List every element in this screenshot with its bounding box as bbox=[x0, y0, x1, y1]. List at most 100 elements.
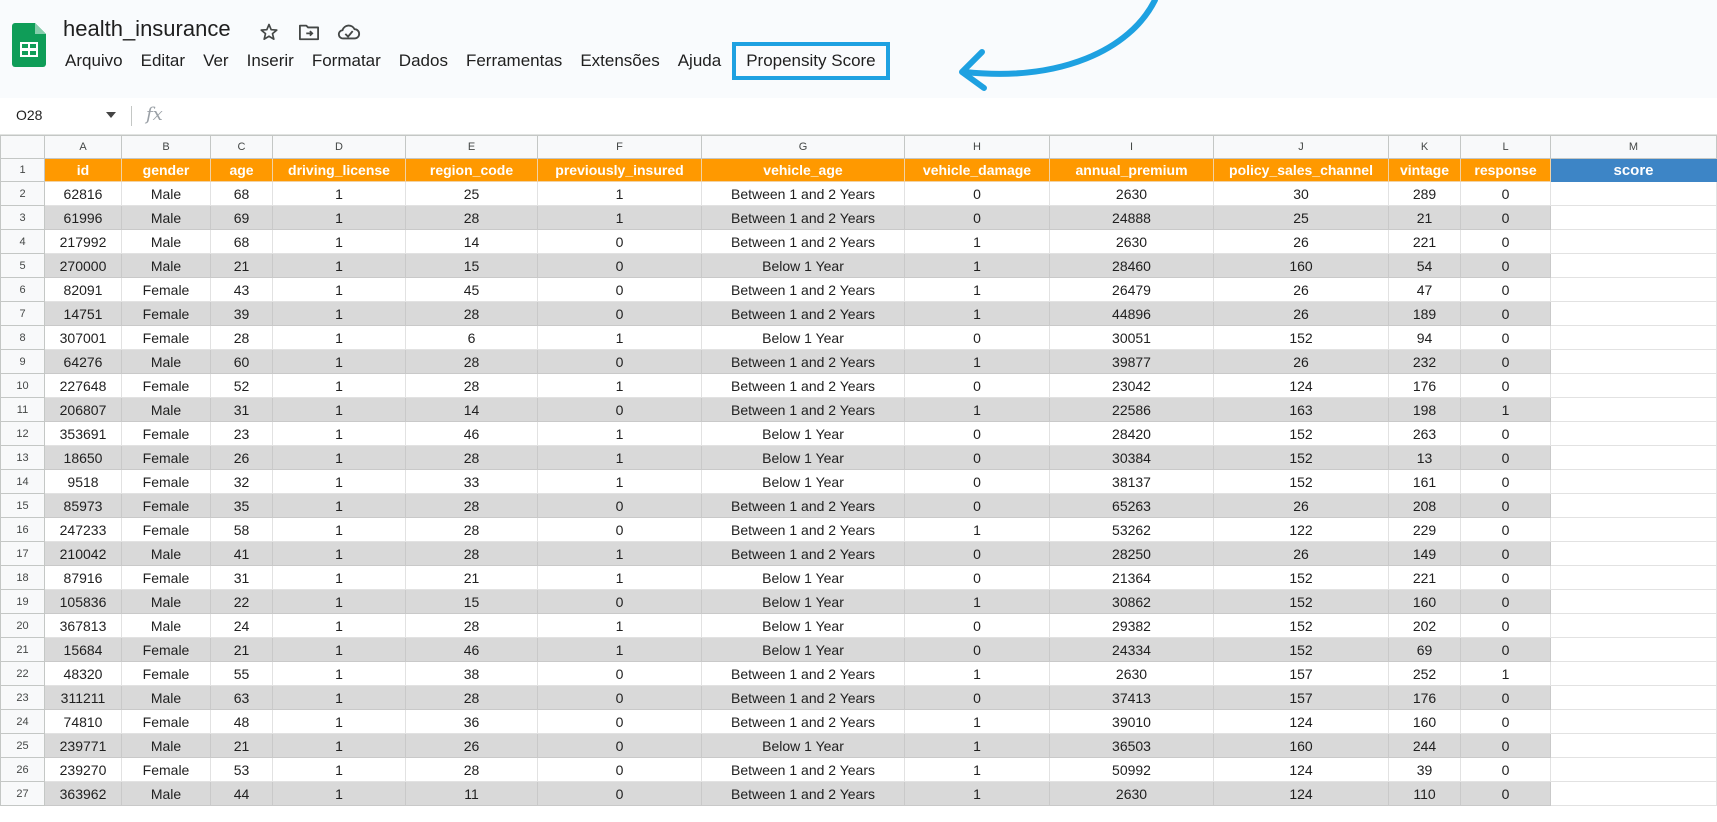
cell-annual-premium[interactable]: 30051 bbox=[1049, 325, 1214, 350]
cell-response[interactable]: 0 bbox=[1460, 637, 1551, 662]
cell-score[interactable] bbox=[1550, 469, 1717, 494]
row-number[interactable]: 5 bbox=[0, 253, 45, 278]
cell-region-code[interactable]: 28 bbox=[405, 373, 538, 398]
cell-vehicle-damage[interactable]: 1 bbox=[904, 301, 1050, 326]
cell-age[interactable]: 35 bbox=[210, 493, 273, 518]
cell-vintage[interactable]: 21 bbox=[1388, 205, 1461, 230]
cell-annual-premium[interactable]: 23042 bbox=[1049, 373, 1214, 398]
cell-response[interactable]: 0 bbox=[1460, 205, 1551, 230]
cell-region-code[interactable]: 25 bbox=[405, 181, 538, 206]
cell-previously-insured[interactable]: 0 bbox=[537, 253, 702, 278]
cell-score[interactable] bbox=[1550, 613, 1717, 638]
name-box[interactable]: O28 bbox=[16, 107, 42, 123]
row-number[interactable]: 8 bbox=[0, 325, 45, 350]
cell-vehicle-age[interactable]: Between 1 and 2 Years bbox=[701, 541, 905, 566]
cell-previously-insured[interactable]: 1 bbox=[537, 421, 702, 446]
cell-vehicle-damage[interactable]: 0 bbox=[904, 493, 1050, 518]
cell-annual-premium[interactable]: 28420 bbox=[1049, 421, 1214, 446]
cell-annual-premium[interactable]: 30384 bbox=[1049, 445, 1214, 470]
cell-response[interactable]: 1 bbox=[1460, 661, 1551, 686]
cell-vehicle-damage[interactable]: 1 bbox=[904, 661, 1050, 686]
cell-annual-premium[interactable]: 26479 bbox=[1049, 277, 1214, 302]
cell-vehicle-damage[interactable]: 1 bbox=[904, 733, 1050, 758]
cell-vintage[interactable]: 198 bbox=[1388, 397, 1461, 422]
cell-region-code[interactable]: 21 bbox=[405, 565, 538, 590]
cell-policy-sales-channel[interactable]: 124 bbox=[1213, 709, 1389, 734]
cell-vehicle-damage[interactable]: 0 bbox=[904, 469, 1050, 494]
row-number[interactable]: 17 bbox=[0, 541, 45, 566]
cell-vintage[interactable]: 161 bbox=[1388, 469, 1461, 494]
cell-previously-insured[interactable]: 1 bbox=[537, 325, 702, 350]
cell-region-code[interactable]: 38 bbox=[405, 661, 538, 686]
row-number[interactable]: 25 bbox=[0, 733, 45, 758]
cell-annual-premium[interactable]: 39010 bbox=[1049, 709, 1214, 734]
cell-driving-license[interactable]: 1 bbox=[272, 181, 406, 206]
cell-region-code[interactable]: 28 bbox=[405, 757, 538, 782]
cell-response[interactable]: 0 bbox=[1460, 517, 1551, 542]
cell-annual-premium[interactable]: 2630 bbox=[1049, 781, 1214, 806]
cell-region-code[interactable]: 33 bbox=[405, 469, 538, 494]
column-header-j[interactable]: J bbox=[1213, 135, 1389, 159]
cell-id[interactable]: 206807 bbox=[44, 397, 122, 422]
cell-annual-premium[interactable]: 44896 bbox=[1049, 301, 1214, 326]
row-number[interactable]: 4 bbox=[0, 229, 45, 254]
cell-previously-insured[interactable]: 0 bbox=[537, 709, 702, 734]
cell-vehicle-damage[interactable]: 0 bbox=[904, 637, 1050, 662]
cell-annual-premium[interactable]: 21364 bbox=[1049, 565, 1214, 590]
cell-policy-sales-channel[interactable]: 26 bbox=[1213, 277, 1389, 302]
cell-response[interactable]: 0 bbox=[1460, 253, 1551, 278]
cell-score[interactable] bbox=[1550, 493, 1717, 518]
cell-policy-sales-channel[interactable]: 152 bbox=[1213, 325, 1389, 350]
cell-score[interactable] bbox=[1550, 421, 1717, 446]
header-cell-vehicle-age[interactable]: vehicle_age bbox=[701, 158, 905, 182]
cell-previously-insured[interactable]: 0 bbox=[537, 277, 702, 302]
cell-response[interactable]: 0 bbox=[1460, 565, 1551, 590]
cell-score[interactable] bbox=[1550, 781, 1717, 806]
cell-vehicle-age[interactable]: Between 1 and 2 Years bbox=[701, 685, 905, 710]
cell-driving-license[interactable]: 1 bbox=[272, 589, 406, 614]
cell-vintage[interactable]: 189 bbox=[1388, 301, 1461, 326]
cell-id[interactable]: 87916 bbox=[44, 565, 122, 590]
cell-policy-sales-channel[interactable]: 157 bbox=[1213, 685, 1389, 710]
cell-policy-sales-channel[interactable]: 124 bbox=[1213, 781, 1389, 806]
cell-age[interactable]: 41 bbox=[210, 541, 273, 566]
cell-vehicle-age[interactable]: Below 1 Year bbox=[701, 253, 905, 278]
cell-age[interactable]: 32 bbox=[210, 469, 273, 494]
row-number[interactable]: 18 bbox=[0, 565, 45, 590]
cell-id[interactable]: 15684 bbox=[44, 637, 122, 662]
cell-policy-sales-channel[interactable]: 163 bbox=[1213, 397, 1389, 422]
cell-age[interactable]: 22 bbox=[210, 589, 273, 614]
cell-gender[interactable]: Female bbox=[121, 445, 211, 470]
row-number[interactable]: 16 bbox=[0, 517, 45, 542]
cell-vehicle-damage[interactable]: 0 bbox=[904, 205, 1050, 230]
select-all-corner[interactable] bbox=[0, 135, 45, 159]
cell-driving-license[interactable]: 1 bbox=[272, 661, 406, 686]
cell-gender[interactable]: Female bbox=[121, 493, 211, 518]
row-number[interactable]: 22 bbox=[0, 661, 45, 686]
cell-annual-premium[interactable]: 53262 bbox=[1049, 517, 1214, 542]
cell-score[interactable] bbox=[1550, 181, 1717, 206]
cell-score[interactable] bbox=[1550, 373, 1717, 398]
menu-propensity-score[interactable]: Propensity Score bbox=[732, 42, 890, 80]
cell-policy-sales-channel[interactable]: 152 bbox=[1213, 469, 1389, 494]
row-number[interactable]: 26 bbox=[0, 757, 45, 782]
row-number[interactable]: 24 bbox=[0, 709, 45, 734]
menu-ferramentas[interactable]: Ferramentas bbox=[457, 48, 571, 74]
column-header-e[interactable]: E bbox=[405, 135, 538, 159]
cell-previously-insured[interactable]: 0 bbox=[537, 757, 702, 782]
cell-response[interactable]: 0 bbox=[1460, 301, 1551, 326]
cell-vehicle-damage[interactable]: 0 bbox=[904, 565, 1050, 590]
cell-id[interactable]: 64276 bbox=[44, 349, 122, 374]
cell-id[interactable]: 74810 bbox=[44, 709, 122, 734]
cell-gender[interactable]: Female bbox=[121, 757, 211, 782]
cell-gender[interactable]: Male bbox=[121, 685, 211, 710]
cell-policy-sales-channel[interactable]: 26 bbox=[1213, 541, 1389, 566]
header-cell-score[interactable]: score bbox=[1550, 158, 1717, 182]
row-number[interactable]: 20 bbox=[0, 613, 45, 638]
column-header-h[interactable]: H bbox=[904, 135, 1050, 159]
cell-gender[interactable]: Female bbox=[121, 421, 211, 446]
cell-age[interactable]: 63 bbox=[210, 685, 273, 710]
cell-vintage[interactable]: 176 bbox=[1388, 685, 1461, 710]
row-number[interactable]: 7 bbox=[0, 301, 45, 326]
cell-score[interactable] bbox=[1550, 709, 1717, 734]
